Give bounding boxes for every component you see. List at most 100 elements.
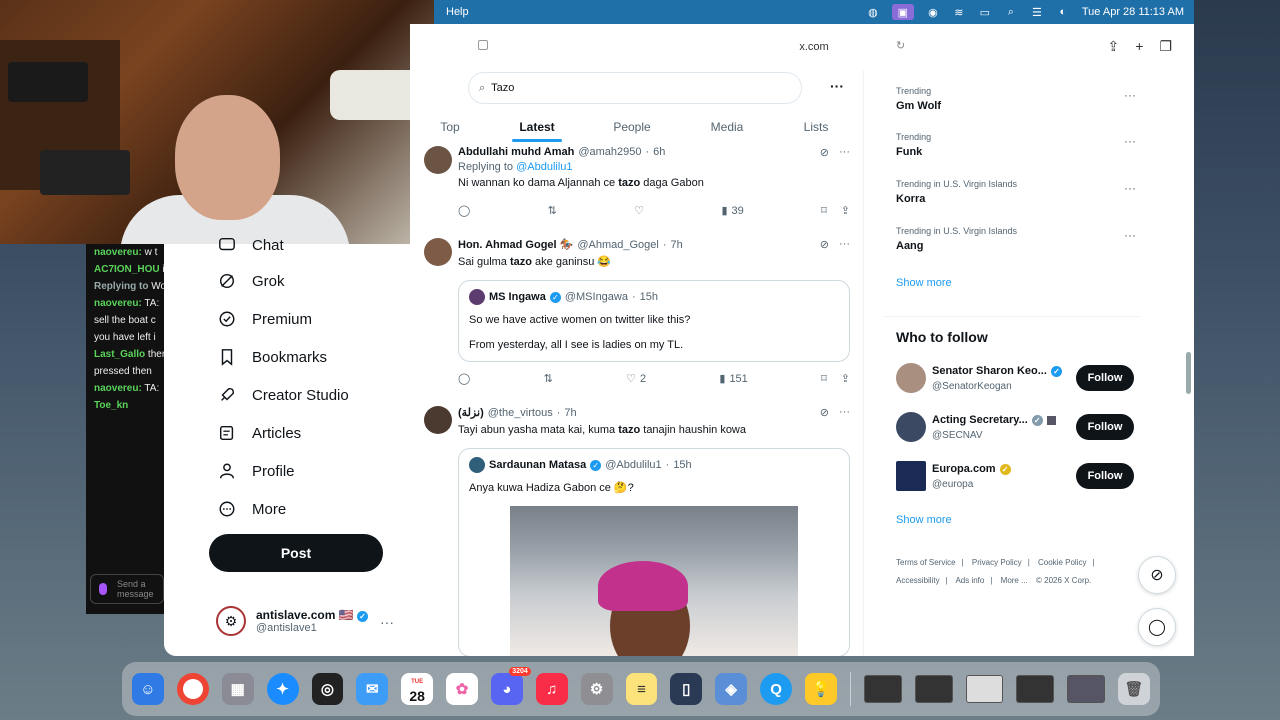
safari-icon[interactable]: ✦: [266, 673, 299, 705]
bookmark-action[interactable]: ⌑ ⇪: [821, 372, 850, 385]
minimized-window[interactable]: [1067, 675, 1106, 703]
nav-item-bookmarks[interactable]: Bookmarks: [218, 346, 327, 368]
obs-icon[interactable]: ◎: [311, 673, 344, 705]
mail-icon[interactable]: ✉: [356, 673, 389, 705]
minimized-window[interactable]: [1016, 675, 1055, 703]
photos-icon[interactable]: ✿: [446, 673, 478, 705]
post-button[interactable]: Post: [209, 534, 383, 572]
grok-fab-icon[interactable]: ⊘: [1138, 556, 1176, 594]
tweet-author-name[interactable]: Hon. Ahmad Gogel 🏇🏼: [458, 238, 573, 251]
nav-item-articles[interactable]: Articles: [218, 422, 301, 444]
creative-cloud-icon[interactable]: ◍: [866, 6, 880, 19]
quoted-tweet[interactable]: Sardaunan Matasa ✓ @Abdulilu1 · 15h Anya…: [458, 448, 850, 656]
account-more-icon[interactable]: ···: [380, 614, 394, 630]
finder-icon[interactable]: ☺: [132, 673, 164, 705]
tab-top[interactable]: Top: [430, 112, 470, 142]
quote-media-image[interactable]: [510, 506, 798, 656]
launchpad-icon[interactable]: ▦: [221, 673, 254, 705]
tweet-time[interactable]: 6h: [653, 146, 665, 158]
views-button[interactable]: ▮ 151: [719, 372, 747, 386]
discord-icon[interactable]: ◕ 3204: [490, 667, 531, 705]
menubar-clock[interactable]: Tue Apr 28 11:13 AM: [1082, 6, 1184, 18]
address-bar[interactable]: x.com ↻: [434, 24, 1194, 70]
menu-help[interactable]: Help: [446, 6, 469, 18]
notes-icon[interactable]: ≡: [625, 673, 658, 705]
screen-record-icon[interactable]: ▣: [891, 4, 914, 20]
trends-show-more-link[interactable]: Show more: [896, 277, 952, 289]
nav-item-creator-studio[interactable]: Creator Studio: [218, 384, 349, 406]
search-options-icon[interactable]: ···: [830, 78, 844, 94]
avatar[interactable]: [896, 412, 926, 442]
reply-icon[interactable]: ◯: [458, 204, 470, 217]
tab-lists[interactable]: Lists: [794, 112, 838, 142]
chat-username[interactable]: naovereu:: [94, 247, 142, 258]
calendar-icon[interactable]: TUE 28: [401, 673, 434, 705]
battery-icon[interactable]: ▭: [978, 6, 992, 19]
tweet-time[interactable]: 7h: [671, 239, 683, 251]
more-icon[interactable]: ···: [1124, 228, 1136, 242]
trend-item[interactable]: Trending Funk ···: [896, 132, 1136, 158]
chat-input[interactable]: Send a message: [90, 574, 164, 604]
tab-latest[interactable]: Latest: [470, 112, 604, 142]
footer-ads-link[interactable]: Ads info: [955, 576, 984, 585]
wifi-icon[interactable]: ≋: [952, 6, 966, 19]
replying-to-link[interactable]: @Abdulilu1: [516, 161, 572, 173]
tweet-author-name[interactable]: Abdullahi muhd Amah: [458, 146, 574, 158]
chrome-icon[interactable]: [176, 673, 209, 705]
messages-fab-icon[interactable]: ◯: [1138, 608, 1176, 646]
settings-icon[interactable]: ⚙: [580, 673, 613, 705]
nav-item-more[interactable]: More: [218, 498, 286, 520]
preview-icon[interactable]: ◈: [715, 673, 748, 705]
follow-suggestion[interactable]: Senator Sharon Keo... ✓ @SenatorKeogan Fo…: [896, 363, 1134, 397]
bookmark-action[interactable]: ⌑ ⇪: [821, 204, 850, 217]
tab-people[interactable]: People: [604, 112, 660, 142]
share-icon[interactable]: ⇪: [1108, 38, 1120, 55]
footer-privacy-link[interactable]: Privacy Policy: [972, 558, 1022, 567]
retweet-icon[interactable]: ⇅: [548, 204, 557, 217]
tabs-overview-icon[interactable]: ❐: [1159, 38, 1172, 55]
account-switcher[interactable]: ⚙ antislave.com 🇺🇸 ✓ @antislave1: [216, 606, 368, 636]
tips-icon[interactable]: 💡: [804, 673, 837, 705]
search-query[interactable]: Tazo: [491, 82, 514, 94]
avatar[interactable]: [424, 238, 452, 266]
tweet-author-name[interactable]: (نزلة): [458, 406, 484, 419]
footer-cookie-link[interactable]: Cookie Policy: [1038, 558, 1086, 567]
music-icon[interactable]: ♫: [535, 673, 568, 705]
chat-username[interactable]: AC7ION_HOU: [94, 264, 160, 275]
tab-media[interactable]: Media: [660, 112, 794, 142]
reload-icon[interactable]: ↻: [896, 39, 905, 52]
more-icon[interactable]: ···: [839, 238, 850, 251]
search-icon[interactable]: ⌕: [1004, 6, 1018, 18]
scrollbar[interactable]: [1186, 352, 1191, 394]
like-icon[interactable]: ♡: [634, 204, 644, 217]
trend-item[interactable]: Trending in U.S. Virgin Islands Korra ··…: [896, 179, 1136, 205]
tweet-time[interactable]: 7h: [564, 407, 576, 419]
like-button[interactable]: ♡ 2: [626, 372, 646, 386]
more-icon[interactable]: ···: [839, 146, 850, 159]
iphone-mirroring-icon[interactable]: ▯: [670, 673, 703, 705]
chat-username[interactable]: naovereu:: [94, 298, 142, 309]
footer-terms-link[interactable]: Terms of Service: [896, 558, 956, 567]
play-circle-icon[interactable]: ◉: [926, 6, 940, 19]
trend-item[interactable]: Trending in U.S. Virgin Islands Aang ···: [896, 226, 1136, 252]
retweet-icon[interactable]: ⇅: [544, 372, 553, 385]
follow-button[interactable]: Follow: [1076, 365, 1134, 391]
chat-username[interactable]: Last_Gallo: [94, 349, 145, 360]
tweet[interactable]: Abdullahi muhd Amah @amah2950 · 6h ⊘ ··· …: [424, 146, 863, 228]
avatar[interactable]: [424, 146, 452, 174]
follow-button[interactable]: Follow: [1076, 414, 1134, 440]
search-input[interactable]: ⌕ Tazo: [468, 72, 802, 104]
more-icon[interactable]: ···: [1124, 88, 1136, 102]
follow-suggestion[interactable]: Europa.com ✓ @europa Follow: [896, 461, 1134, 495]
more-icon[interactable]: ···: [1124, 134, 1136, 148]
new-tab-icon[interactable]: +: [1135, 38, 1143, 55]
grok-icon[interactable]: ⊘: [820, 238, 829, 251]
views-button[interactable]: ▮ 39: [721, 204, 743, 218]
more-icon[interactable]: ···: [839, 406, 850, 419]
follow-button[interactable]: Follow: [1076, 463, 1134, 489]
more-icon[interactable]: ···: [1124, 181, 1136, 195]
minimized-window[interactable]: [965, 675, 1004, 703]
nav-item-premium[interactable]: Premium: [218, 308, 312, 330]
trash-icon[interactable]: 🗑: [1118, 673, 1150, 705]
nav-item-profile[interactable]: Profile: [218, 460, 295, 482]
